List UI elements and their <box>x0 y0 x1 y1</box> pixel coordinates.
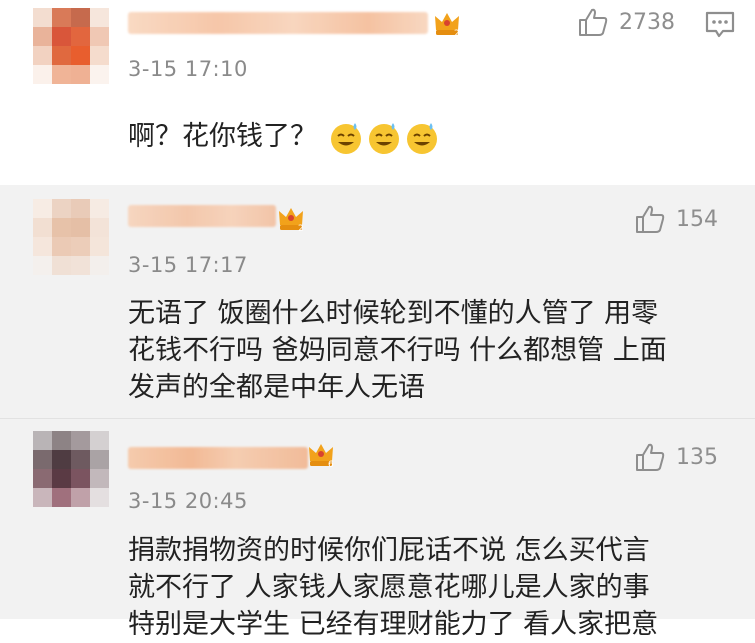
vip-crown-badge-icon: 2 <box>435 13 460 38</box>
sweat-smile-emoji-icon <box>406 122 437 154</box>
like-count: 2738 <box>619 9 675 35</box>
comment-line: 捐款捐物资的时候你们屁话不说 怎么买代言 <box>128 535 650 566</box>
comment-text: 无语了 饭圈什么时候轮到不懂的人管了 用零 花钱不行吗 爸妈同意不行吗 什么都想… <box>128 295 728 406</box>
reply-icon[interactable] <box>704 10 736 40</box>
vip-crown-badge-icon: 2 <box>279 208 304 233</box>
username-blurred[interactable] <box>128 447 308 469</box>
comment-line: 特别是大学生 已经有理财能力了 看人家把意 <box>128 609 659 640</box>
thumbs-up-icon <box>636 205 665 233</box>
comment-line: 发声的全都是中年人无语 <box>128 372 425 403</box>
svg-text:6: 6 <box>328 460 334 469</box>
avatar[interactable] <box>33 8 109 84</box>
like-button[interactable]: 154 <box>634 203 718 235</box>
comment-text: 捐款捐物资的时候你们屁话不说 怎么买代言 就不行了 人家钱人家愿意花哪儿是人家的… <box>128 532 728 643</box>
thumbs-up-icon <box>579 8 608 36</box>
username-blurred[interactable] <box>128 12 428 34</box>
like-count: 154 <box>676 206 718 232</box>
avatar[interactable] <box>33 431 109 507</box>
like-button[interactable]: 135 <box>634 441 718 473</box>
svg-text:2: 2 <box>298 224 304 233</box>
sweat-smile-emoji-icon <box>330 122 361 154</box>
comment-text: 啊？花你钱了？ <box>128 118 440 156</box>
comment-timestamp: 3-15 17:17 <box>128 253 248 277</box>
comment-item: 6 3-15 20:45 135 捐款捐物资的时候你们屁话不说 怎么买代言 就不… <box>0 418 755 640</box>
comment-timestamp: 3-15 17:10 <box>128 57 248 81</box>
avatar[interactable] <box>33 199 109 275</box>
comment-line: 啊？花你钱了？ <box>128 121 317 152</box>
thumbs-up-icon <box>636 443 665 471</box>
like-count: 135 <box>676 444 718 470</box>
sweat-smile-emoji-icon <box>368 122 399 154</box>
comment-item: 2 3-15 17:17 154 无语了 饭圈什么时候轮到不懂的人管了 用零 花… <box>0 185 755 418</box>
svg-text:2: 2 <box>454 29 460 38</box>
comment-line: 就不行了 人家钱人家愿意花哪儿是人家的事 <box>128 572 650 603</box>
vip-crown-badge-icon: 6 <box>309 444 334 469</box>
comment-item: 2 3-15 17:10 2738 啊？花你钱了？ <box>0 0 755 185</box>
comment-line: 花钱不行吗 爸妈同意不行吗 什么都想管 上面 <box>128 335 667 366</box>
username-blurred[interactable] <box>128 205 276 227</box>
comment-timestamp: 3-15 20:45 <box>128 489 248 513</box>
comment-line: 无语了 饭圈什么时候轮到不懂的人管了 用零 <box>128 298 659 329</box>
like-button[interactable]: 2738 <box>577 6 675 38</box>
